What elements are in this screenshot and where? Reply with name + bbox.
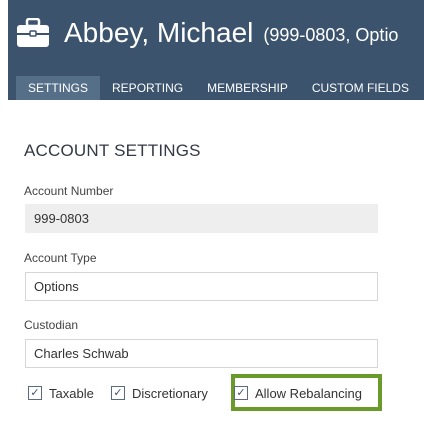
taxable-checkbox[interactable]: ✓ Taxable [28, 381, 94, 405]
account-type-field[interactable]: Options [25, 272, 378, 301]
checkmark-icon: ✓ [234, 386, 248, 400]
account-name: Abbey, Michael [64, 17, 254, 48]
title-row: Abbey, Michael (999-0803, Optio [16, 8, 424, 58]
taxable-label: Taxable [49, 385, 94, 401]
tab-bar: SETTINGS REPORTING MEMBERSHIP CUSTOM FIE… [16, 76, 421, 100]
account-type-label: Account Type [24, 251, 97, 265]
account-number-label: Account Number [24, 184, 114, 198]
allow-rebalancing-checkbox[interactable]: ✓ Allow Rebalancing [234, 381, 362, 405]
tab-settings[interactable]: SETTINGS [16, 76, 101, 100]
discretionary-checkbox[interactable]: ✓ Discretionary [111, 381, 208, 405]
custodian-field[interactable]: Charles Schwab [25, 339, 378, 368]
custodian-label: Custodian [24, 318, 79, 332]
discretionary-label: Discretionary [132, 385, 208, 401]
settings-panel: ACCOUNT SETTINGS Account Number 999-0803… [8, 100, 414, 432]
allow-rebalancing-label: Allow Rebalancing [255, 385, 362, 401]
briefcase-icon [17, 18, 49, 47]
account-header: Abbey, Michael (999-0803, Optio SETTINGS… [8, 0, 424, 100]
checkmark-icon: ✓ [111, 386, 125, 400]
checkmark-icon: ✓ [28, 386, 42, 400]
tab-custom-fields[interactable]: CUSTOM FIELDS [300, 76, 421, 100]
tab-membership[interactable]: MEMBERSHIP [195, 76, 300, 100]
tab-reporting[interactable]: REPORTING [100, 76, 195, 100]
account-number-field: 999-0803 [25, 204, 378, 233]
section-title: ACCOUNT SETTINGS [24, 141, 201, 160]
account-subtitle: (999-0803, Optio [263, 24, 399, 45]
